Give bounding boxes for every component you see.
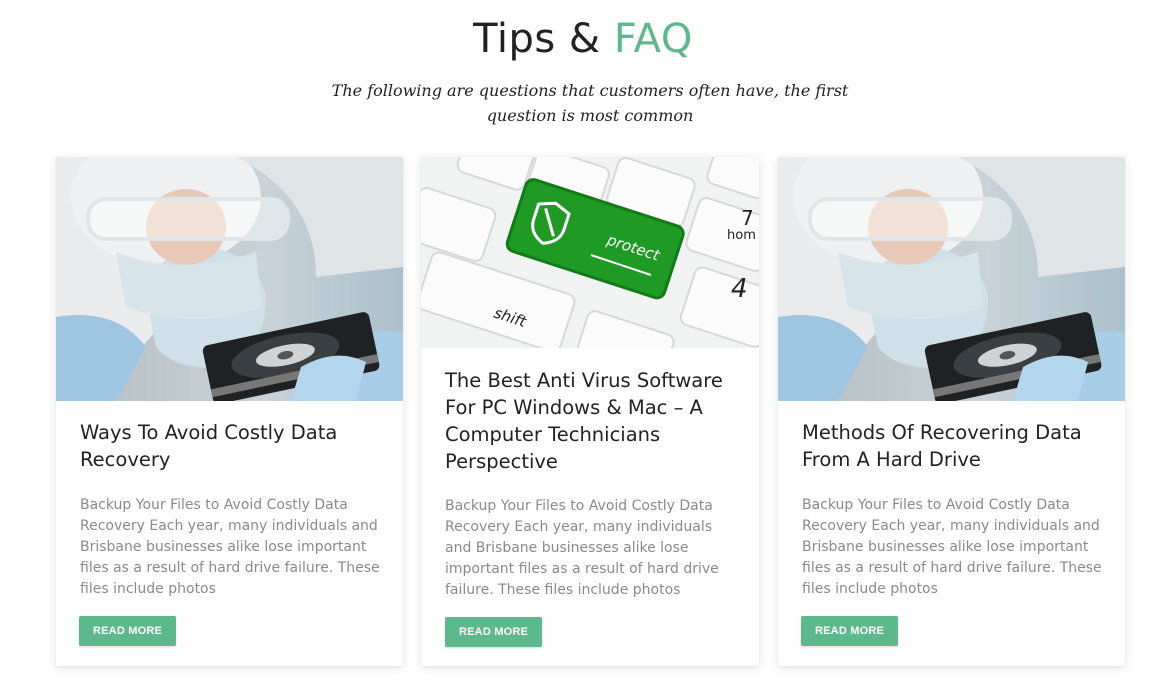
section-title: Tips & FAQ <box>0 14 1166 64</box>
section-title-accent: FAQ <box>613 16 693 62</box>
technician-hard-drive-image[interactable] <box>56 157 403 401</box>
card-body: Ways To Avoid Costly Data Recovery Backu… <box>80 419 381 600</box>
read-more-button[interactable]: READ MORE <box>79 616 177 646</box>
card-title[interactable]: Ways To Avoid Costly Data Recovery <box>80 419 381 473</box>
card-body: The Best Anti Virus Software For PC Wind… <box>445 367 737 601</box>
faq-card: Methods Of Recovering Data From A Hard D… <box>778 157 1125 666</box>
card-title[interactable]: Methods Of Recovering Data From A Hard D… <box>802 419 1103 473</box>
card-body: Methods Of Recovering Data From A Hard D… <box>802 419 1103 600</box>
key-number-4: 4 <box>731 274 748 304</box>
card-excerpt: Backup Your Files to Avoid Costly Data R… <box>802 497 1102 597</box>
card-excerpt: Backup Your Files to Avoid Costly Data R… <box>80 497 380 597</box>
key-number-7: 7 <box>741 206 754 230</box>
faq-card: Ways To Avoid Costly Data Recovery Backu… <box>56 157 403 666</box>
card-title[interactable]: The Best Anti Virus Software For PC Wind… <box>445 367 737 475</box>
home-key-label: hom <box>727 228 756 243</box>
technician-hard-drive-image[interactable] <box>778 157 1125 401</box>
keyboard-protect-image[interactable]: protect shift 4 7 hom <box>421 157 759 348</box>
section-subtitle: The following are questions that custome… <box>331 81 849 125</box>
card-excerpt: Backup Your Files to Avoid Costly Data R… <box>445 498 719 598</box>
faq-card: protect shift 4 7 hom The Best Anti Viru… <box>421 157 759 666</box>
section-title-main: Tips & <box>473 16 614 62</box>
read-more-button[interactable]: READ MORE <box>801 616 899 646</box>
read-more-button[interactable]: READ MORE <box>445 617 543 647</box>
